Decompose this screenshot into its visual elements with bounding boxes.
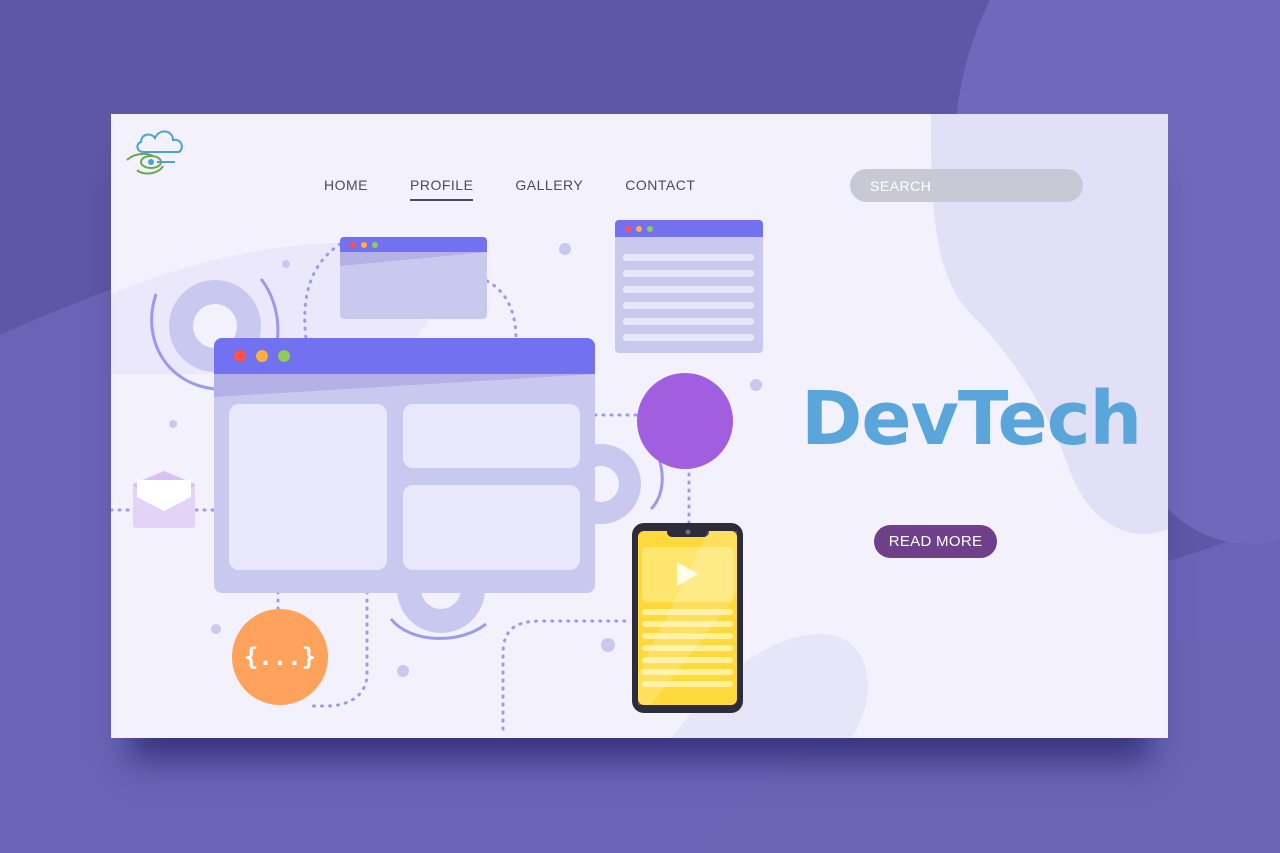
main-nav: HOME PROFILE GALLERY CONTACT [324, 177, 737, 201]
landing-page-card: HOME PROFILE GALLERY CONTACT DevTech REA… [111, 114, 1168, 738]
search-input[interactable] [870, 177, 1070, 194]
nav-gallery[interactable]: GALLERY [515, 177, 583, 201]
nav-home[interactable]: HOME [324, 177, 368, 201]
search-bar [850, 169, 1083, 202]
hero-headline: DevTech [801, 376, 1142, 462]
cloud-logo-icon [126, 130, 183, 175]
code-braces-icon: {...} [232, 609, 328, 705]
nav-contact[interactable]: CONTACT [625, 177, 695, 201]
nav-profile[interactable]: PROFILE [410, 177, 474, 201]
read-more-button[interactable]: READ MORE [874, 525, 997, 558]
